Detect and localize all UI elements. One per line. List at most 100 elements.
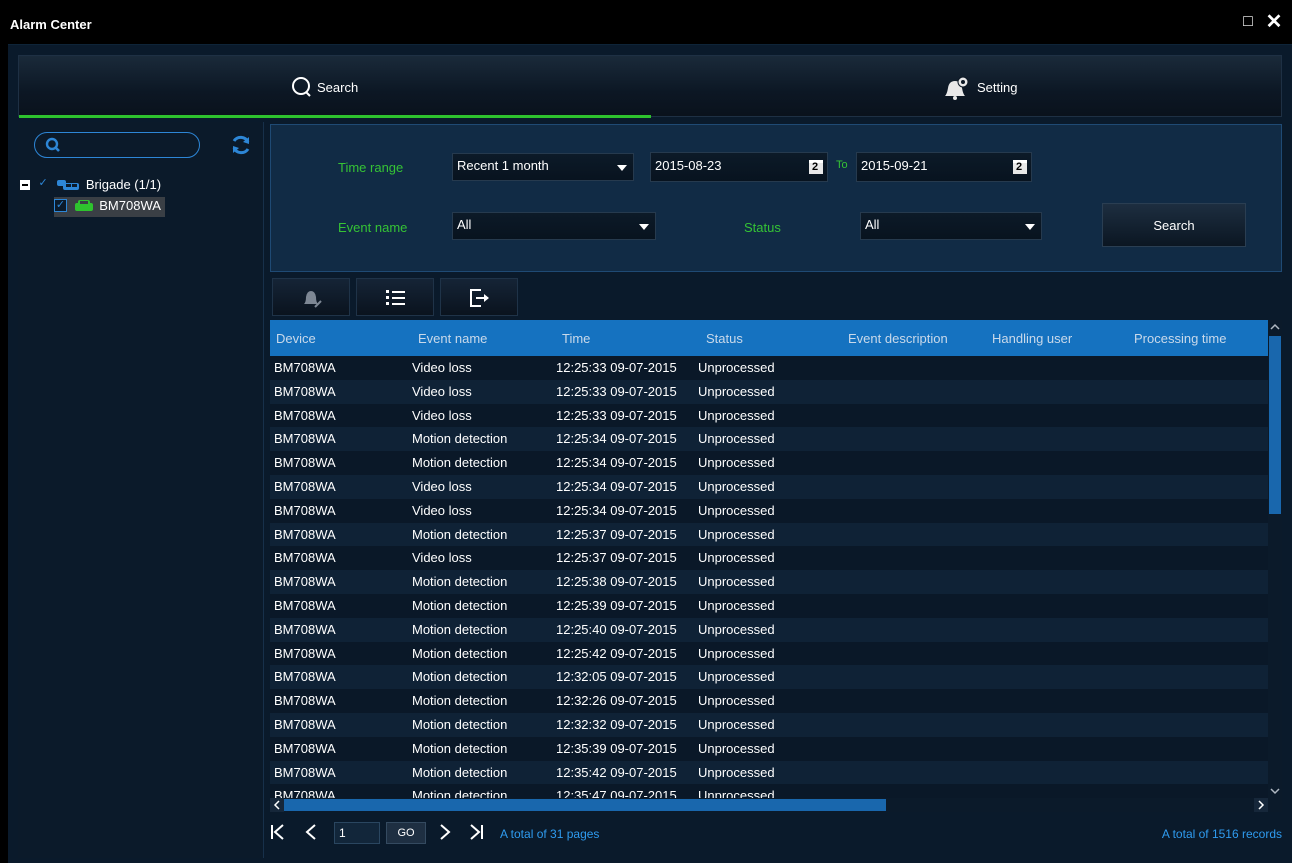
- table-row[interactable]: BM708WA Motion detection 12:25:39 09-07-20…: [270, 594, 1268, 618]
- tree-device-label: BM708WA: [99, 198, 161, 214]
- cell-status: Unprocessed: [698, 479, 775, 494]
- table-row[interactable]: BM708WA Video loss 12:25:33 09-07-2015 Unpr…: [270, 403, 1268, 428]
- cell-time: 12:25:40 09-07-2015: [556, 621, 677, 637]
- column-header-handling-user[interactable]: Handling user: [992, 331, 1072, 346]
- table-row[interactable]: BM708WA Motion detection 12:32:05 09-07-20…: [270, 665, 1268, 690]
- list-icon: [386, 290, 405, 305]
- tab-setting-label: Setting: [977, 80, 1018, 95]
- column-header-event-name[interactable]: Event name: [418, 331, 487, 346]
- cell-status: Unprocessed: [698, 740, 775, 756]
- table-row[interactable]: BM708WA Video loss 12:25:34 09-07-2015 Unpr…: [270, 475, 1268, 499]
- vertical-scrollbar[interactable]: [1268, 320, 1282, 798]
- refresh-icon[interactable]: [230, 134, 252, 156]
- next-page-icon[interactable]: [438, 823, 452, 841]
- table-row[interactable]: BM708WA Motion detection 12:35:42 09-07-20…: [270, 760, 1268, 785]
- collapse-toggle[interactable]: [20, 179, 30, 190]
- calendar-icon[interactable]: [809, 160, 823, 174]
- device-search-input[interactable]: [34, 132, 200, 158]
- cell-status: Unprocessed: [698, 383, 775, 399]
- cell-time: 12:25:33 09-07-2015: [556, 407, 677, 423]
- calendar-icon[interactable]: [1013, 160, 1027, 174]
- time-range-select[interactable]: Recent 1 month: [452, 153, 634, 181]
- close-button[interactable]: ✕: [1264, 12, 1284, 32]
- tree-device-bm708wa[interactable]: ✓ BM708WA: [54, 197, 165, 217]
- search-icon: [45, 137, 60, 152]
- device-checkbox[interactable]: ✓: [54, 199, 67, 213]
- table-row[interactable]: BM708WA Motion detection 12:25:38 09-07-20…: [270, 570, 1268, 594]
- cell-event-name: Video loss: [412, 407, 472, 423]
- cell-event-name: Video loss: [412, 550, 472, 566]
- table-row[interactable]: BM708WA Video loss 12:25:33 09-07-2015 Unpr…: [270, 356, 1268, 380]
- table-row[interactable]: BM708WA Motion detection 12:25:34 09-07-20…: [270, 427, 1268, 452]
- table-row[interactable]: BM708WA Motion detection 12:25:40 09-07-20…: [270, 617, 1268, 642]
- date-to-field[interactable]: 2015-09-21: [856, 152, 1032, 182]
- time-range-label: Time range: [338, 160, 404, 175]
- scroll-right-icon[interactable]: [1254, 798, 1268, 812]
- horizontal-scroll-thumb[interactable]: [284, 799, 886, 811]
- cell-event-name: Video loss: [412, 383, 472, 399]
- table-row[interactable]: BM708WA Motion detection 12:35:39 09-07-20…: [270, 736, 1268, 761]
- last-page-icon[interactable]: [468, 823, 484, 841]
- cell-event-name: Motion detection: [412, 455, 508, 471]
- tree-group-label: Brigade (1/1): [85, 177, 162, 193]
- event-name-select[interactable]: All: [452, 212, 656, 240]
- cell-status: Unprocessed: [698, 360, 775, 375]
- scroll-down-icon[interactable]: [1268, 784, 1282, 798]
- cell-time: 12:25:34 09-07-2015: [556, 502, 677, 518]
- cell-device: BM708WA: [274, 788, 336, 798]
- page-number-input[interactable]: 1: [334, 822, 380, 844]
- table-row[interactable]: BM708WA Video loss 12:25:33 09-07-2015 Unpr…: [270, 379, 1268, 404]
- previous-page-icon[interactable]: [304, 823, 318, 841]
- table-row[interactable]: BM708WA Video loss 12:25:34 09-07-2015 Unpr…: [270, 498, 1268, 523]
- export-button[interactable]: [440, 278, 518, 316]
- cell-time: 12:35:42 09-07-2015: [556, 764, 677, 780]
- list-view-button[interactable]: [356, 278, 434, 316]
- cell-device: BM708WA: [274, 717, 336, 732]
- tab-search[interactable]: Search: [19, 56, 651, 118]
- cell-event-name: Motion detection: [412, 598, 508, 613]
- column-header-processing-time[interactable]: Processing time: [1134, 331, 1226, 346]
- table-row[interactable]: BM708WA Motion detection 12:32:32 09-07-20…: [270, 713, 1268, 737]
- vertical-scroll-thumb[interactable]: [1269, 336, 1281, 514]
- cell-time: 12:25:37 09-07-2015: [556, 550, 677, 566]
- table-row[interactable]: BM708WA Motion detection 12:25:42 09-07-20…: [270, 641, 1268, 666]
- scroll-up-icon[interactable]: [1268, 320, 1282, 334]
- first-page-icon[interactable]: [270, 823, 286, 841]
- event-name-label: Event name: [338, 220, 408, 235]
- handle-alarm-button[interactable]: [272, 278, 350, 316]
- cell-status: Unprocessed: [698, 502, 775, 518]
- date-from-field[interactable]: 2015-08-23: [650, 152, 828, 182]
- tree-group-brigade[interactable]: ✓ Brigade (1/1): [20, 176, 161, 196]
- cell-time: 12:32:05 09-07-2015: [556, 669, 677, 685]
- to-label: To: [836, 159, 848, 171]
- cell-event-name: Motion detection: [412, 788, 508, 798]
- column-header-device[interactable]: Device: [276, 331, 316, 346]
- table-row[interactable]: BM708WA Motion detection 12:25:37 09-07-20…: [270, 522, 1268, 547]
- vehicle-group-icon: [57, 179, 80, 190]
- table-row[interactable]: BM708WA Motion detection 12:25:34 09-07-20…: [270, 451, 1268, 475]
- cell-device: BM708WA: [274, 693, 336, 709]
- scroll-left-icon[interactable]: [270, 798, 284, 812]
- alarm-handle-icon: [304, 291, 322, 308]
- cell-time: 12:32:26 09-07-2015: [556, 693, 677, 709]
- car-icon: [74, 199, 93, 211]
- maximize-button[interactable]: □: [1238, 12, 1258, 32]
- cell-device: BM708WA: [274, 574, 336, 590]
- cell-device: BM708WA: [274, 598, 336, 613]
- go-button[interactable]: GO: [386, 822, 426, 844]
- search-button[interactable]: Search: [1102, 203, 1246, 247]
- table-row[interactable]: BM708WA Motion detection 12:32:26 09-07-20…: [270, 689, 1268, 713]
- table-row[interactable]: BM708WA Motion detection 12:35:47 09-07-20…: [270, 784, 1268, 798]
- horizontal-scrollbar[interactable]: [270, 798, 1282, 812]
- cell-event-name: Motion detection: [412, 621, 508, 637]
- tab-setting[interactable]: Setting: [651, 56, 1281, 118]
- cell-time: 12:32:32 09-07-2015: [556, 717, 677, 732]
- column-header-event-description[interactable]: Event description: [848, 331, 948, 346]
- status-select[interactable]: All: [860, 212, 1042, 240]
- cell-status: Unprocessed: [698, 764, 775, 780]
- column-header-time[interactable]: Time: [562, 331, 590, 346]
- table-row[interactable]: BM708WA Video loss 12:25:37 09-07-2015 Unpr…: [270, 546, 1268, 571]
- group-checkbox[interactable]: ✓: [37, 178, 50, 191]
- filter-panel: [270, 124, 1282, 272]
- column-header-status[interactable]: Status: [706, 331, 743, 346]
